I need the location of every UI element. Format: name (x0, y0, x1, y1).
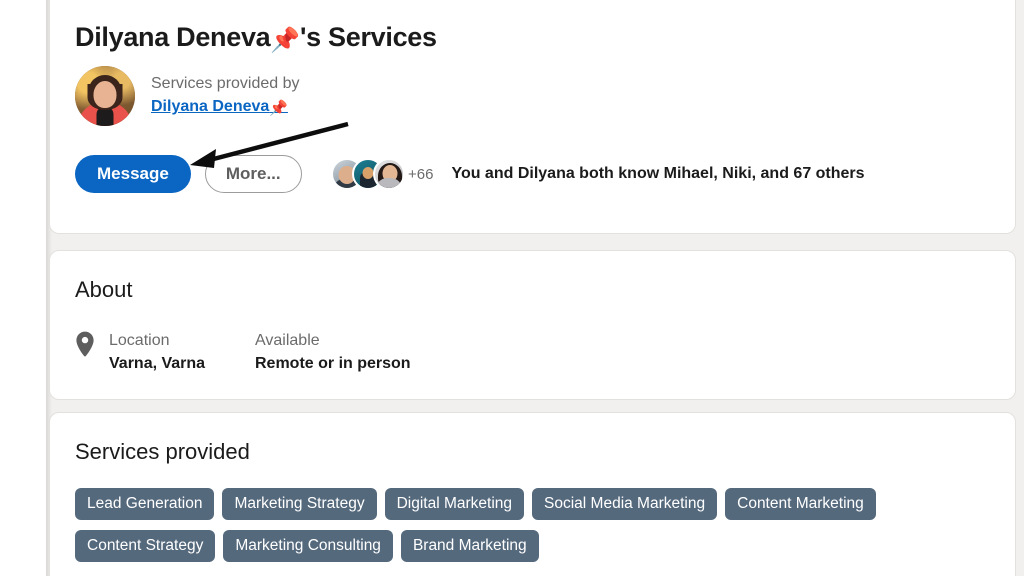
service-tag[interactable]: Marketing Strategy (222, 488, 377, 521)
services-page: Dilyana Deneva📌's Services Services prov… (0, 0, 1024, 576)
location-pin-icon (76, 331, 94, 357)
available-label: Available (255, 332, 320, 349)
location-label: Location (109, 332, 170, 349)
provider-text: Services provided by Dilyana Deneva📌 (151, 74, 300, 118)
about-location-column: Location Varna, Varna (109, 329, 219, 375)
mutual-facepile[interactable] (331, 158, 405, 190)
avatar-face (362, 166, 374, 179)
services-card: Services provided Lead Generation Marketi… (49, 412, 1016, 576)
about-columns: Location Varna, Varna Available Remote o… (109, 329, 411, 375)
mutual-overflow-count: +66 (408, 165, 434, 183)
service-tag[interactable]: Brand Marketing (400, 530, 539, 563)
service-tag[interactable]: Lead Generation (75, 488, 215, 521)
service-tag[interactable]: Content Strategy (75, 530, 216, 563)
provided-by-label: Services provided by (151, 75, 300, 93)
provider-row: Services provided by Dilyana Deneva📌 (75, 66, 300, 126)
about-details: Location Varna, Varna Available Remote o… (75, 329, 411, 375)
page-title-suffix: 's Services (300, 22, 437, 52)
pushpin-icon: 📌 (269, 98, 288, 117)
page-title: Dilyana Deneva📌's Services (75, 22, 437, 54)
more-button[interactable]: More... (204, 155, 302, 193)
avatar-face (93, 81, 117, 108)
service-tag[interactable]: Content Marketing (725, 488, 876, 521)
mutual-avatar-3 (373, 158, 405, 190)
about-available-column: Available Remote or in person (255, 329, 411, 375)
available-value: Remote or in person (255, 355, 411, 373)
about-card: About Location Varna, Varna Available Re… (49, 250, 1016, 400)
pushpin-icon: 📌 (270, 26, 300, 54)
provider-name-link[interactable]: Dilyana Deneva📌 (151, 97, 300, 118)
message-button[interactable]: Message (75, 155, 191, 193)
action-buttons: Message More... (75, 155, 302, 193)
about-heading: About (75, 277, 133, 302)
provider-name-text: Dilyana Deneva (151, 97, 270, 115)
services-tag-list: Lead Generation Marketing Strategy Digital… (75, 488, 985, 563)
left-gutter (0, 0, 46, 576)
service-tag[interactable]: Social Media Marketing (532, 488, 718, 521)
page-title-name: Dilyana Deneva (75, 22, 271, 52)
mutual-connections[interactable]: +66 You and Dilyana both know Mihael, Ni… (331, 155, 865, 193)
avatar[interactable] (75, 66, 135, 126)
profile-header-card: Dilyana Deneva📌's Services Services prov… (49, 0, 1016, 234)
services-heading: Services provided (75, 439, 250, 464)
location-value: Varna, Varna (109, 355, 206, 373)
service-tag[interactable]: Digital Marketing (384, 488, 525, 521)
mutual-connections-text: You and Dilyana both know Mihael, Niki, … (451, 165, 865, 182)
service-tag[interactable]: Marketing Consulting (223, 530, 393, 563)
